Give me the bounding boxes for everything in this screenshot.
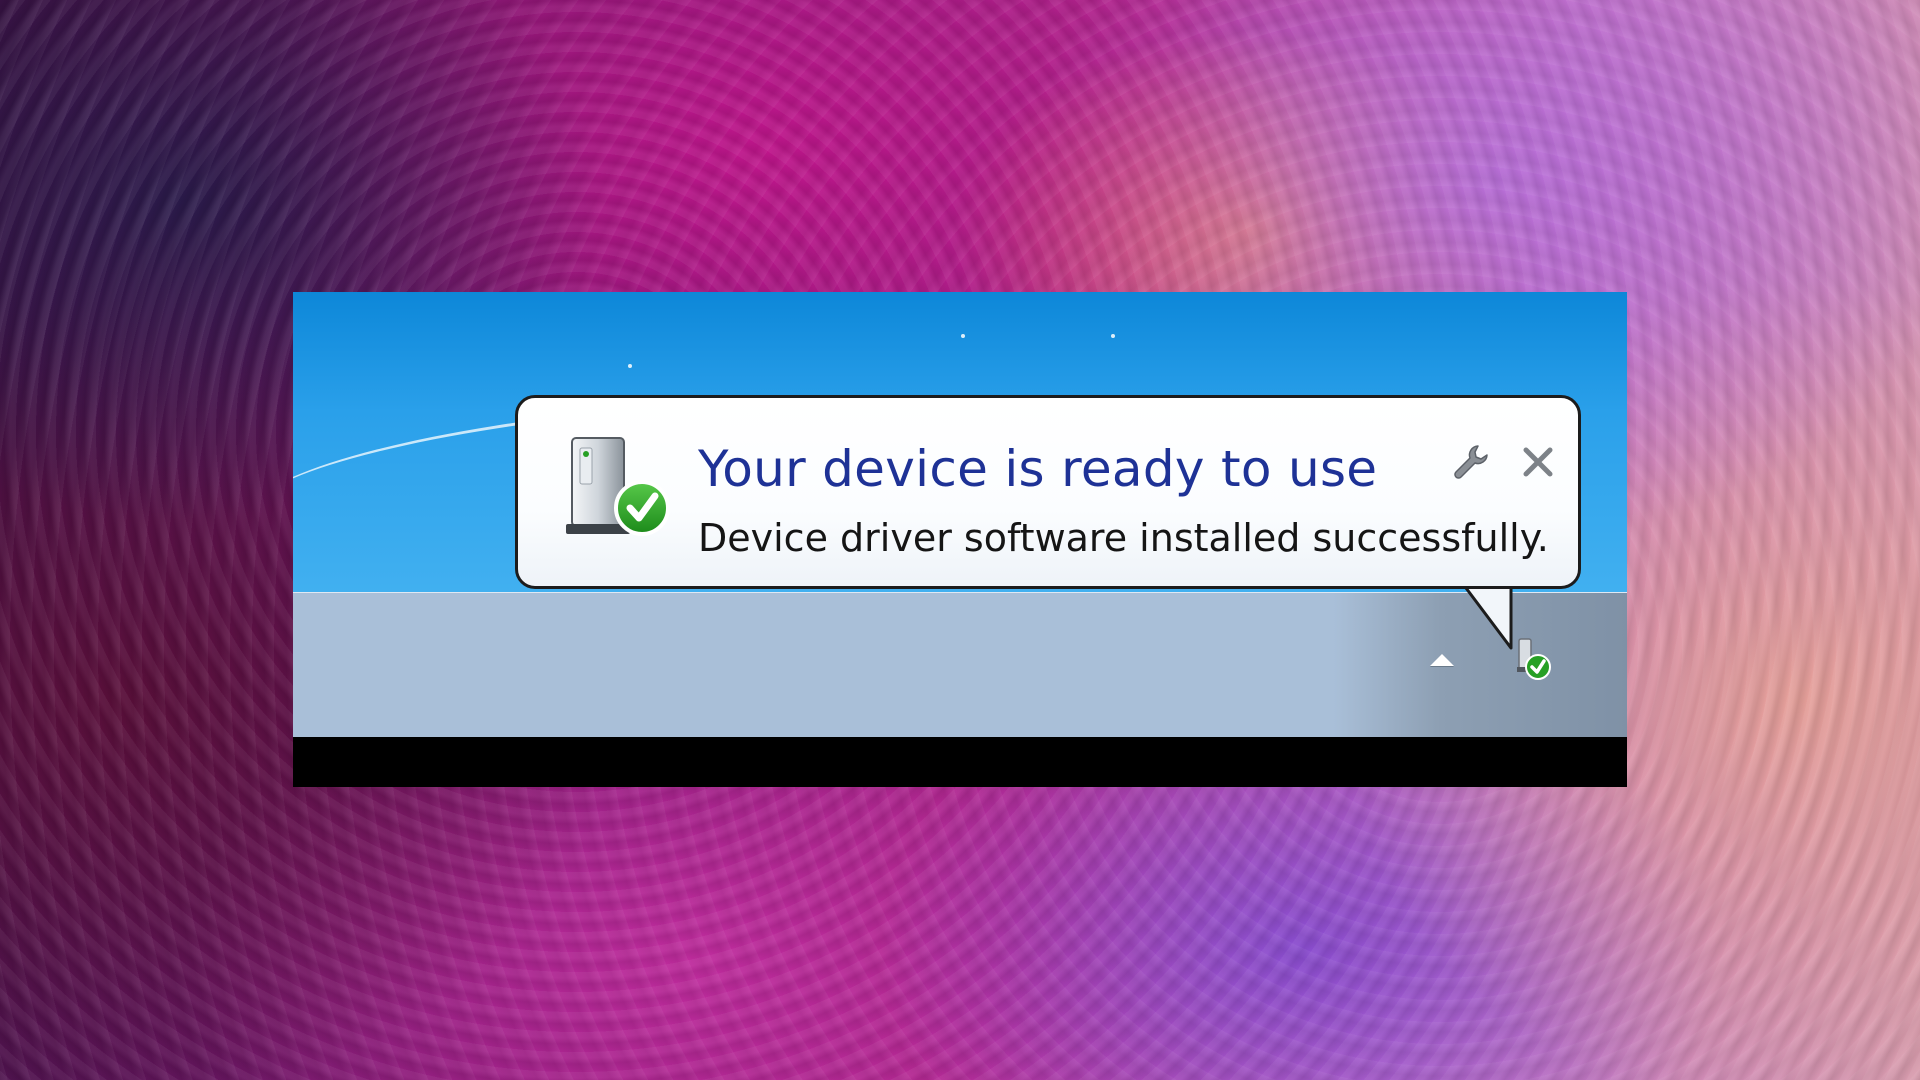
notification-close-button[interactable] [1516,440,1560,484]
notification-balloon[interactable]: Your device is ready to use Device drive… [515,395,1581,589]
sparkle [1111,334,1115,338]
wallpaper: { "notification": { "title": "Your devic… [0,0,1920,1080]
notification-options-button[interactable] [1448,440,1492,484]
device-installed-icon [560,430,680,550]
notification-message: Device driver software installed success… [698,516,1549,560]
sparkle [628,364,632,368]
close-icon [1523,447,1553,477]
screenshot-frame: Your device is ready to use Device drive… [293,292,1627,787]
wrench-icon [1454,445,1488,479]
balloon-pointer [1461,578,1513,650]
show-hidden-icons-button[interactable] [1426,650,1458,674]
sparkle [961,334,965,338]
notification-title: Your device is ready to use [698,440,1378,498]
screen-bottom-edge [293,737,1627,787]
